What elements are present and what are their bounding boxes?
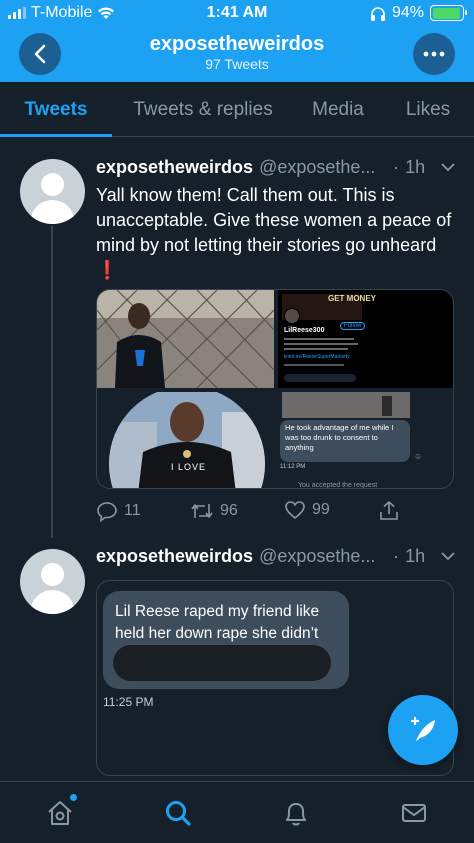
- message-text: Lil Reese raped my friend like held her …: [115, 603, 320, 642]
- search-icon: [166, 801, 191, 826]
- profile-tabs: Tweets Tweets & replies Media Likes: [0, 82, 474, 137]
- profile-name: LilReese300: [284, 327, 325, 334]
- avatar[interactable]: [20, 159, 85, 224]
- message-bubble: Lil Reese raped my friend like held her …: [103, 591, 349, 689]
- profile-pic: [284, 308, 300, 324]
- portrait-image: [109, 392, 265, 488]
- active-tab-indicator: [0, 134, 112, 137]
- battery-icon: [430, 5, 467, 21]
- status-bar: T-Mobile 1:41 AM 94%: [0, 0, 474, 26]
- reply-button[interactable]: 11: [96, 500, 141, 522]
- battery-fill: [432, 7, 460, 19]
- top-bar: T-Mobile 1:41 AM 94% exposetheweirdos 97…: [0, 0, 474, 82]
- dm-footer: You accepted the request: [298, 482, 378, 489]
- tweet-media-grid[interactable]: GET MONEY Follow LilReese300 linktr.ee/R…: [96, 289, 454, 489]
- media-photo-fence[interactable]: [97, 290, 274, 388]
- tweet-time: 1h: [405, 546, 426, 566]
- author-handle[interactable]: @exposethe...: [259, 546, 387, 567]
- jacket-text: I LOVE: [171, 462, 207, 472]
- dm-time: 11:12 PM: [280, 464, 306, 470]
- retweet-icon: [191, 504, 213, 518]
- nav-home[interactable]: [43, 794, 77, 830]
- mail-icon: [402, 804, 426, 822]
- like-count: 99: [312, 501, 330, 518]
- tab-tweets[interactable]: Tweets: [0, 82, 112, 137]
- thread-line: [51, 226, 53, 538]
- tweet-text: Yall know them! Call them out. This is u…: [96, 183, 458, 283]
- follow-badge: Follow: [340, 322, 366, 330]
- banner-text: GET MONEY: [328, 294, 377, 303]
- reply-icon: [97, 502, 117, 522]
- compose-feather-icon: [410, 716, 435, 741]
- more-button[interactable]: [413, 33, 455, 75]
- share-button[interactable]: [378, 500, 400, 522]
- time-separator: ·: [393, 546, 400, 566]
- dm-bubble: He took advantage of me while I was too …: [280, 420, 410, 462]
- battery-percent: 94%: [391, 4, 424, 21]
- reaction-icon: ☺: [414, 452, 423, 461]
- author-name[interactable]: exposetheweirdos: [96, 157, 253, 178]
- headphones-icon: [370, 6, 385, 21]
- bio-link: linktr.ee/ReeseSuperMarketty: [284, 354, 350, 360]
- retweet-button[interactable]: 96: [190, 500, 238, 522]
- exclamation-emoji: ❗: [96, 260, 119, 280]
- tweet-time: 1h: [405, 157, 426, 177]
- bell-icon: [286, 803, 306, 826]
- tab-media[interactable]: Media: [300, 82, 376, 137]
- profile-title: exposetheweirdos: [149, 33, 325, 55]
- retweet-count: 96: [220, 502, 238, 519]
- tab-likes[interactable]: Likes: [392, 82, 464, 137]
- more-horizontal-icon: [423, 51, 445, 57]
- message-time: 11:25 PM: [103, 695, 154, 709]
- chevron-down-icon[interactable]: [440, 551, 456, 561]
- share-icon: [380, 501, 398, 520]
- nav-messages[interactable]: [397, 796, 431, 830]
- tweet-count: 97 Tweets: [205, 56, 269, 72]
- redaction-bar: [113, 645, 331, 681]
- media-dm-screenshot[interactable]: He took advantage of me while I was too …: [278, 392, 453, 489]
- media-profile-screenshot[interactable]: GET MONEY Follow LilReese300 linktr.ee/R…: [278, 290, 453, 388]
- tab-tweets-replies[interactable]: Tweets & replies: [120, 82, 286, 137]
- nav-notifications[interactable]: [279, 796, 313, 830]
- tweet-body: Yall know them! Call them out. This is u…: [96, 185, 452, 255]
- home-notification-dot: [70, 794, 77, 801]
- heart-icon: [285, 501, 305, 520]
- tweet-actions: 11 96 99: [96, 500, 406, 524]
- like-button[interactable]: 99: [284, 500, 330, 520]
- author-name[interactable]: exposetheweirdos: [96, 546, 253, 567]
- home-icon: [48, 801, 72, 825]
- dm-photo: [282, 392, 410, 418]
- author-handle[interactable]: @exposethe...: [259, 157, 387, 178]
- reply-count: 11: [124, 502, 141, 519]
- tweet-header: exposetheweirdos @exposethe... · 1h: [96, 546, 425, 567]
- media-portrait[interactable]: I LOVE: [97, 392, 274, 488]
- bottom-navigation: [0, 781, 474, 843]
- chevron-down-icon[interactable]: [440, 162, 456, 172]
- avatar[interactable]: [20, 549, 85, 614]
- status-right: 94%: [370, 4, 467, 22]
- tweet-header: exposetheweirdos @exposethe... · 1h: [96, 157, 425, 178]
- fence-photo-image: [97, 290, 274, 388]
- compose-tweet-button[interactable]: [388, 695, 458, 765]
- time-separator: ·: [393, 157, 400, 177]
- nav-search[interactable]: [161, 796, 195, 830]
